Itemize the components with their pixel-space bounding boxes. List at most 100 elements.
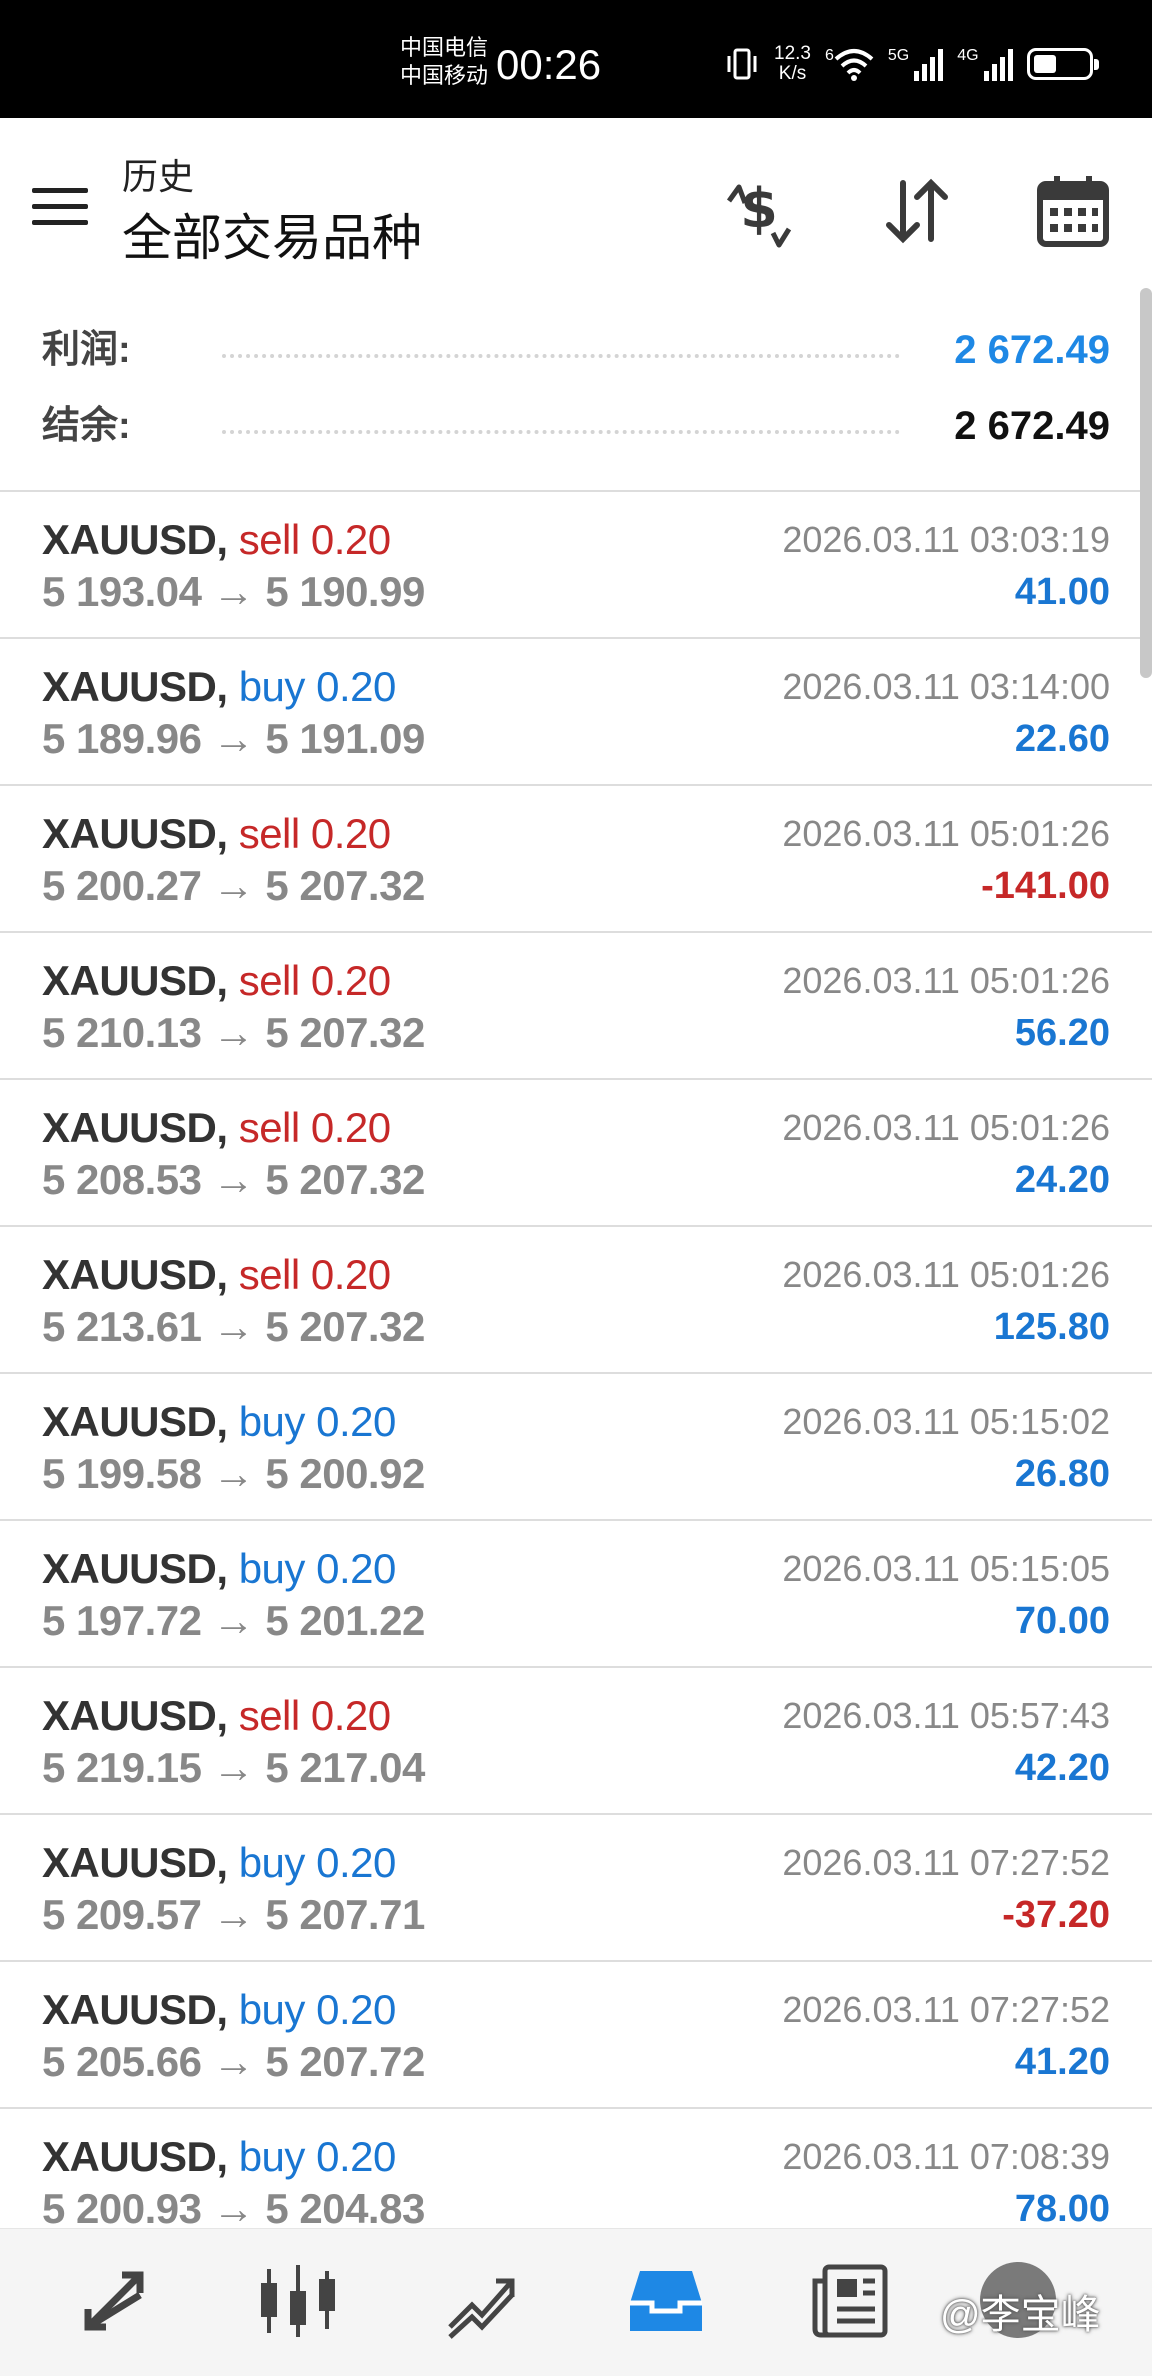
trade-side: buy — [238, 1398, 306, 1445]
page-title[interactable]: 全部交易品种 — [122, 198, 422, 270]
trade-title: XAUUSD, sell 0.20 — [42, 1249, 425, 1301]
trade-time: 2026.03.11 05:01:26 — [782, 1107, 1110, 1148]
trade-row[interactable]: XAUUSD, sell 0.20 5 210.13 → 5 207.32 2026… — [0, 933, 1152, 1080]
trade-prices: 5 209.57 → 5 207.71 — [42, 1891, 425, 1938]
sort-icon[interactable] — [872, 166, 962, 256]
trade-side: buy — [238, 1545, 306, 1592]
trade-info: XAUUSD, buy 0.20 5 200.93 → 5 204.83 — [42, 2131, 425, 2235]
trade-title: XAUUSD, buy 0.20 — [42, 1837, 425, 1889]
trade-profit: 56.20 — [1014, 1012, 1110, 1054]
currency-exchange-icon[interactable]: $ — [714, 166, 804, 256]
trade-time: 2026.03.11 07:27:52 — [782, 1989, 1110, 2030]
trade-symbol: XAUUSD, — [42, 1986, 228, 2033]
trade-result: 2026.03.11 07:08:39 78.00 — [782, 2131, 1110, 2235]
chart-candles-icon[interactable] — [248, 2251, 348, 2351]
trade-result: 2026.03.11 05:01:26 125.80 — [782, 1249, 1110, 1353]
status-bar: 中国电信 中国移动 00:26 12.3 K/s 6 5G 4G — [0, 0, 1152, 118]
trade-symbol: XAUUSD, — [42, 663, 228, 710]
trade-symbol: XAUUSD, — [42, 1692, 228, 1739]
trade-profit: 70.00 — [1014, 1600, 1110, 1642]
trade-side: sell — [238, 810, 301, 857]
svg-text:$: $ — [740, 177, 778, 240]
status-icons: 12.3 K/s 6 5G 4G — [724, 44, 1099, 84]
trade-title: XAUUSD, buy 0.20 — [42, 1543, 425, 1595]
trade-volume: 0.20 — [310, 516, 391, 563]
trade-profit: 22.60 — [1014, 718, 1110, 760]
trade-profit: -141.00 — [981, 865, 1110, 907]
battery-icon — [1026, 48, 1099, 80]
trade-symbol: XAUUSD, — [42, 1104, 228, 1151]
trade-time: 2026.03.11 05:01:26 — [782, 960, 1110, 1001]
trade-side: sell — [238, 1104, 301, 1151]
trade-profit: 42.20 — [1014, 1747, 1110, 1789]
trade-info: XAUUSD, buy 0.20 5 197.72 → 5 201.22 — [42, 1543, 425, 1647]
trade-row[interactable]: XAUUSD, sell 0.20 5 219.15 → 5 217.04 2026… — [0, 1668, 1152, 1815]
news-icon[interactable] — [800, 2251, 900, 2351]
trade-row[interactable]: XAUUSD, sell 0.20 5 213.61 → 5 207.32 2026… — [0, 1227, 1152, 1374]
trade-time: 2026.03.11 07:27:52 — [782, 1842, 1110, 1883]
trade-prices: 5 210.13 → 5 207.32 — [42, 1009, 425, 1056]
trade-side: sell — [238, 1692, 301, 1739]
trade-side: buy — [238, 663, 306, 710]
trade-title: XAUUSD, buy 0.20 — [42, 1396, 425, 1448]
trade-title: XAUUSD, sell 0.20 — [42, 514, 425, 566]
trade-side: buy — [238, 1986, 306, 2033]
signal-5g-label: 5G — [887, 47, 910, 64]
trade-symbol: XAUUSD, — [42, 516, 228, 563]
trade-volume: 0.20 — [316, 1398, 396, 1445]
trade-title: XAUUSD, sell 0.20 — [42, 955, 425, 1007]
signal-5g: 5G — [887, 47, 944, 81]
trade-time: 2026.03.11 03:14:00 — [782, 666, 1110, 707]
scrollbar[interactable] — [1140, 288, 1152, 678]
trade-volume: 0.20 — [316, 2133, 396, 2180]
trade-title: XAUUSD, sell 0.20 — [42, 1690, 425, 1742]
trade-row[interactable]: XAUUSD, buy 0.20 5 197.72 → 5 201.22 2026.… — [0, 1521, 1152, 1668]
trade-info: XAUUSD, buy 0.20 5 209.57 → 5 207.71 — [42, 1837, 425, 1941]
trade-side: sell — [238, 516, 301, 563]
quotes-icon[interactable] — [64, 2251, 164, 2351]
carrier-2: 中国移动 — [400, 63, 489, 88]
trade-volume: 0.20 — [310, 1104, 391, 1151]
balance-dots — [222, 430, 900, 434]
trade-title: XAUUSD, sell 0.20 — [42, 1102, 425, 1154]
trade-volume: 0.20 — [316, 1545, 396, 1592]
signal-4g: 4G — [957, 47, 1013, 81]
wifi-badge: 6 — [824, 47, 834, 64]
trade-symbol: XAUUSD, — [42, 1545, 228, 1592]
profit-dots — [222, 354, 900, 358]
history-inbox-icon[interactable] — [616, 2251, 716, 2351]
trade-row[interactable]: XAUUSD, buy 0.20 5 205.66 → 5 207.72 2026.… — [0, 1962, 1152, 2109]
trade-profit: 125.80 — [993, 1306, 1110, 1348]
trade-side: buy — [238, 1839, 306, 1886]
carrier-1: 中国电信 — [400, 35, 489, 60]
trade-result: 2026.03.11 03:03:19 41.00 — [782, 514, 1110, 618]
trade-row[interactable]: XAUUSD, sell 0.20 5 208.53 → 5 207.32 2026… — [0, 1080, 1152, 1227]
trade-volume: 0.20 — [310, 1692, 391, 1739]
page-subtitle: 历史 — [122, 156, 195, 197]
trade-row[interactable]: XAUUSD, buy 0.20 5 209.57 → 5 207.71 2026.… — [0, 1815, 1152, 1962]
trade-row[interactable]: XAUUSD, buy 0.20 5 189.96 → 5 191.09 2026.… — [0, 639, 1152, 786]
net-speed-value: 12.3 — [774, 43, 811, 64]
calendar-icon[interactable] — [1028, 166, 1118, 256]
trade-result: 2026.03.11 05:15:02 26.80 — [782, 1396, 1110, 1500]
trade-icon[interactable] — [432, 2251, 532, 2351]
trade-volume: 0.20 — [310, 810, 391, 857]
summary-panel: 利润: 2 672.49 结余: 2 672.49 — [0, 300, 1152, 492]
trade-profit: 24.20 — [1014, 1159, 1110, 1201]
trade-row[interactable]: XAUUSD, sell 0.20 5 193.04 → 5 190.99 2026… — [0, 492, 1152, 639]
carrier-names: 中国电信 中国移动 — [400, 34, 488, 90]
trade-row[interactable]: XAUUSD, sell 0.20 5 200.27 → 5 207.32 2026… — [0, 786, 1152, 933]
trade-result: 2026.03.11 05:15:05 70.00 — [782, 1543, 1110, 1647]
trade-info: XAUUSD, sell 0.20 5 210.13 → 5 207.32 — [42, 955, 425, 1059]
trade-result: 2026.03.11 05:01:26 -141.00 — [782, 808, 1110, 912]
net-speed: 12.3 K/s — [774, 44, 811, 84]
trade-volume: 0.20 — [316, 663, 396, 710]
trade-info: XAUUSD, sell 0.20 5 200.27 → 5 207.32 — [42, 808, 425, 912]
trade-profit: 41.00 — [1014, 571, 1110, 613]
trade-prices: 5 200.27 → 5 207.32 — [42, 862, 425, 909]
menu-icon[interactable] — [32, 188, 88, 228]
profit-row: 利润: 2 672.49 — [42, 320, 1110, 380]
trade-info: XAUUSD, buy 0.20 5 189.96 → 5 191.09 — [42, 661, 425, 765]
trade-row[interactable]: XAUUSD, buy 0.20 5 199.58 → 5 200.92 2026.… — [0, 1374, 1152, 1521]
trade-prices: 5 199.58 → 5 200.92 — [42, 1450, 425, 1497]
